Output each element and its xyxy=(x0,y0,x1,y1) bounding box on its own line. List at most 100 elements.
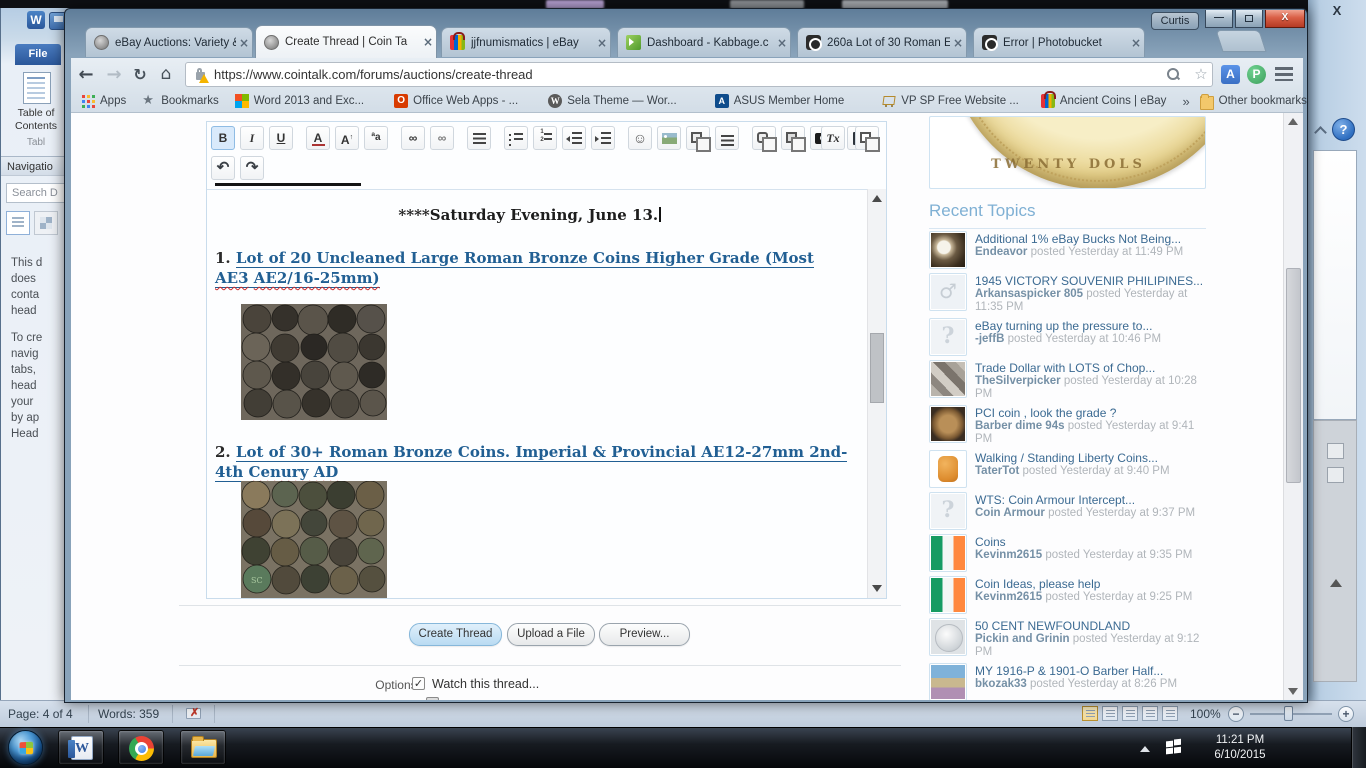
pan-hand-icon[interactable] xyxy=(1327,467,1344,483)
topic-title[interactable]: Additional 1% eBay Bucks Not Being... xyxy=(975,232,1183,246)
avatar[interactable] xyxy=(929,360,967,398)
page-scrollbar-thumb[interactable] xyxy=(1286,268,1301,483)
topic-user[interactable]: TaterTot xyxy=(975,465,1019,477)
maximize-button[interactable] xyxy=(1235,10,1263,28)
topic-user[interactable]: Endeavor xyxy=(975,246,1027,258)
avatar[interactable] xyxy=(929,576,967,614)
avatar[interactable] xyxy=(929,405,967,443)
upload-file-button[interactable]: Upload a File xyxy=(507,623,595,646)
topic-row[interactable]: 50 CENT NEWFOUNDLAND Pickin and Grinin p… xyxy=(929,618,1206,659)
page-scrollbar[interactable] xyxy=(1283,113,1303,700)
topic-row[interactable]: Coins Kevinm2615 posted Yesterday at 9:3… xyxy=(929,534,1206,572)
bookmark-star-icon[interactable]: ☆ xyxy=(1190,65,1212,83)
insert-spoiler-button[interactable] xyxy=(781,126,805,150)
help-icon[interactable]: ? xyxy=(1332,118,1355,141)
topic-user[interactable]: Pickin and Grinin xyxy=(975,633,1070,645)
scroll-down-icon[interactable] xyxy=(1288,688,1298,695)
windows-update-tray-icon[interactable] xyxy=(1166,740,1182,754)
search-document-input[interactable]: Search D xyxy=(6,183,68,203)
tab-ebay-auctions[interactable]: eBay Auctions: Variety & × xyxy=(85,27,253,57)
undo-button[interactable]: ↶ xyxy=(211,156,235,180)
tab-close-icon[interactable]: × xyxy=(420,34,436,50)
remove-formatting-button[interactable]: Tx xyxy=(821,126,845,150)
taskbar-chrome-button[interactable] xyxy=(118,730,164,765)
forward-icon[interactable]: → xyxy=(101,64,127,85)
insert-gallery-button[interactable] xyxy=(752,126,776,150)
topic-title[interactable]: WTS: Coin Armour Intercept... xyxy=(975,493,1195,507)
tab-create-thread[interactable]: Create Thread | Coin Ta × xyxy=(255,25,437,58)
browse-pages-tab[interactable] xyxy=(34,211,58,235)
chrome-menu-icon[interactable] xyxy=(1275,67,1293,81)
scroll-up-icon[interactable] xyxy=(1330,579,1342,587)
tab-close-icon[interactable]: × xyxy=(774,35,790,51)
topic-title[interactable]: Coins xyxy=(975,535,1192,549)
avatar[interactable]: ? xyxy=(929,318,967,356)
topic-title[interactable]: PCI coin , look the grade ? xyxy=(975,406,1206,420)
tab-photobucket-lot[interactable]: 260a Lot of 30 Roman E × xyxy=(797,27,967,57)
https-warning-lock-icon[interactable] xyxy=(194,68,207,81)
back-icon[interactable]: ← xyxy=(71,64,101,85)
topic-row[interactable]: MY 1916-P & 1901-O Barber Half... bkozak… xyxy=(929,663,1206,700)
bookmark-word2013[interactable]: Word 2013 and Exc... xyxy=(235,94,364,108)
topic-user[interactable]: TheSilverpicker xyxy=(975,375,1061,387)
listing-1-link[interactable]: Lot of 20 Uncleaned Large Roman Bronze C… xyxy=(215,249,814,288)
text-color-button[interactable]: A xyxy=(306,126,330,150)
watch-thread-checkbox[interactable]: ✓ xyxy=(412,677,425,690)
topic-title[interactable]: eBay turning up the pressure to... xyxy=(975,319,1161,333)
zoom-level[interactable]: 100% xyxy=(1190,707,1221,721)
topic-title[interactable]: MY 1916-P & 1901-O Barber Half... xyxy=(975,664,1177,678)
post-editor[interactable]: B I U A A↑ ªa ∞ ∞ ☺ xyxy=(206,121,887,599)
bold-button[interactable]: B xyxy=(211,126,235,150)
draft-view-button[interactable] xyxy=(1162,706,1178,721)
scroll-up-icon[interactable] xyxy=(872,195,882,202)
email-notification-checkbox-partial[interactable] xyxy=(426,697,439,700)
listing-2-link[interactable]: Lot of 30+ Roman Bronze Coins. Imperial … xyxy=(215,443,847,482)
tab-close-icon[interactable]: × xyxy=(236,35,252,51)
topic-user[interactable]: Coin Armour xyxy=(975,507,1045,519)
browse-headings-tab[interactable] xyxy=(6,211,30,235)
zoom-page-icon[interactable] xyxy=(1167,68,1180,81)
bookmark-ancient-coins[interactable]: Ancient Coins | eBay xyxy=(1041,94,1167,108)
reload-icon[interactable]: ↻ xyxy=(127,65,153,84)
other-bookmarks-folder[interactable]: Other bookmarks xyxy=(1200,94,1307,108)
zoom-slider-thumb[interactable] xyxy=(1284,706,1293,721)
avatar[interactable]: ? xyxy=(929,492,967,530)
apps-shortcut[interactable]: Apps xyxy=(81,94,126,108)
fullscreen-reading-view-button[interactable] xyxy=(1102,706,1118,721)
minimize-button[interactable]: — xyxy=(1205,10,1233,28)
translate-extension-icon[interactable]: A xyxy=(1221,65,1240,84)
zoom-in-button[interactable]: + xyxy=(1338,706,1354,722)
pushbullet-extension-icon[interactable]: P xyxy=(1247,65,1266,84)
preview-button[interactable]: Preview... xyxy=(599,623,690,646)
topic-user[interactable]: bkozak33 xyxy=(975,678,1027,690)
web-layout-view-button[interactable] xyxy=(1122,706,1138,721)
start-button[interactable] xyxy=(8,730,43,765)
topic-row[interactable]: Trade Dollar with LOTS of Chop... TheSil… xyxy=(929,360,1206,401)
show-desktop-button[interactable] xyxy=(1351,727,1366,768)
unlink-button[interactable]: ∞ xyxy=(430,126,454,150)
topic-row[interactable]: Additional 1% eBay Bucks Not Being... En… xyxy=(929,231,1206,269)
font-family-button[interactable]: ªa xyxy=(364,126,388,150)
word-count[interactable]: Words: 359 xyxy=(98,707,159,721)
new-tab-button[interactable] xyxy=(1215,30,1266,52)
tab-kabbage-dashboard[interactable]: Dashboard - Kabbage.c × xyxy=(617,27,791,57)
italic-button[interactable]: I xyxy=(240,126,264,150)
topic-row[interactable]: Walking / Standing Liberty Coins... Tate… xyxy=(929,450,1206,488)
table-of-contents-icon[interactable] xyxy=(23,72,51,104)
spellcheck-icon[interactable]: ✗ xyxy=(186,708,201,719)
sidebar-coin-image[interactable]: TWENTY DOLS xyxy=(929,116,1206,189)
topic-row[interactable]: ? eBay turning up the pressure to... -je… xyxy=(929,318,1206,356)
collapse-ribbon-icon[interactable] xyxy=(1314,126,1327,139)
address-bar[interactable]: https://www.cointalk.com/forums/auctions… xyxy=(185,62,1213,87)
home-icon[interactable]: ⌂ xyxy=(153,64,179,84)
taskbar-explorer-button[interactable] xyxy=(180,730,226,765)
outline-view-button[interactable] xyxy=(1142,706,1158,721)
topic-user[interactable]: Kevinm2615 xyxy=(975,591,1042,603)
topic-title[interactable]: Walking / Standing Liberty Coins... xyxy=(975,451,1170,465)
numbered-list-button[interactable] xyxy=(533,126,557,150)
smilies-button[interactable]: ☺ xyxy=(628,126,652,150)
alignment-button[interactable] xyxy=(467,126,491,150)
quote-button[interactable] xyxy=(715,126,739,150)
taskbar-word-button[interactable]: W xyxy=(58,730,104,765)
topic-title[interactable]: Coin Ideas, please help xyxy=(975,577,1192,591)
